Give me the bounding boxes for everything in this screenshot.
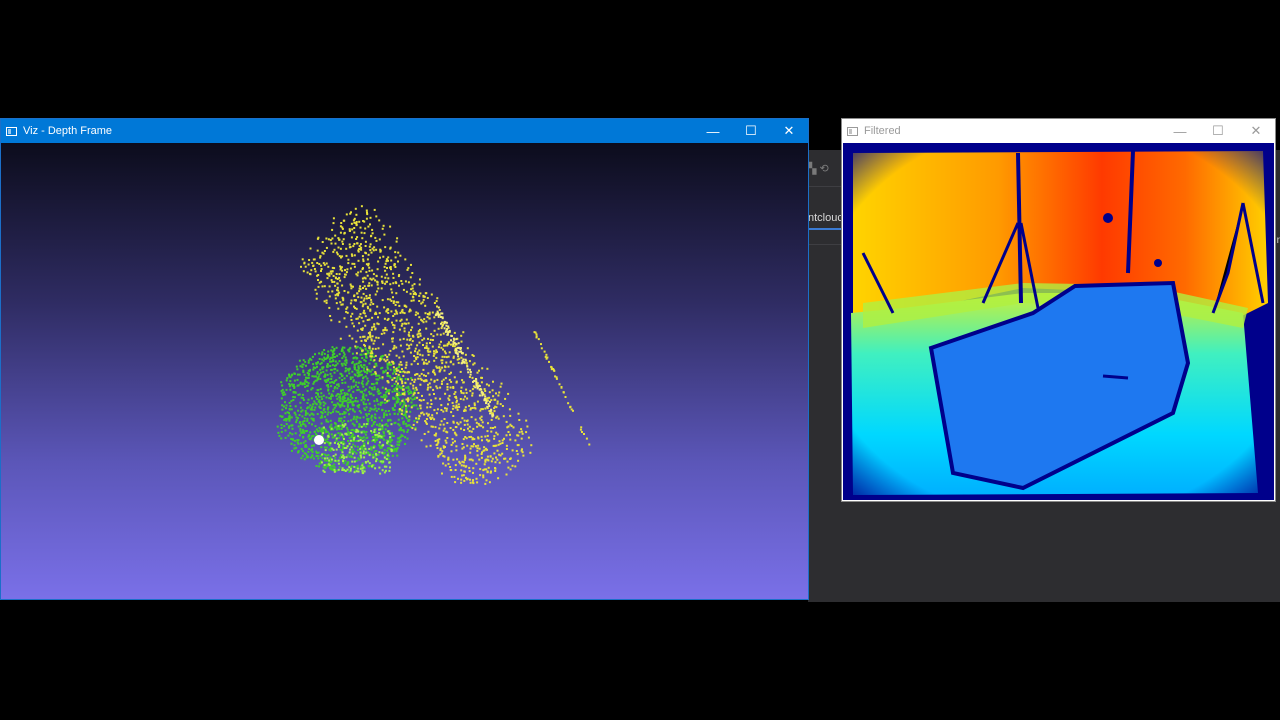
minimize-button[interactable]: — — [694, 119, 732, 143]
viz-titlebar[interactable]: Viz - Depth Frame — ☐ ✕ — [1, 119, 808, 143]
filtered-window[interactable]: Filtered — ☐ ✕ — [841, 118, 1276, 502]
close-button[interactable]: ✕ — [1237, 119, 1275, 143]
window-icon — [6, 126, 17, 136]
window-icon — [847, 126, 858, 136]
viz-window-title: Viz - Depth Frame — [23, 125, 113, 137]
close-button[interactable]: ✕ — [770, 119, 808, 143]
background-tab-label[interactable]: ntclouc — [808, 212, 843, 224]
minimize-button[interactable]: — — [1161, 119, 1199, 143]
point-cloud-viewport[interactable] — [1, 143, 808, 599]
point-cloud-marker — [314, 435, 324, 445]
depth-colormap-render — [843, 143, 1274, 500]
background-divider — [808, 244, 842, 245]
maximize-button[interactable]: ☐ — [1199, 119, 1237, 143]
background-tab-underline — [808, 228, 842, 230]
filtered-titlebar[interactable]: Filtered — ☐ ✕ — [842, 119, 1275, 143]
point-cloud-render — [276, 205, 591, 485]
background-right-tab: r — [1276, 235, 1280, 246]
maximize-button[interactable]: ☐ — [732, 119, 770, 143]
viz-depth-frame-window[interactable]: Viz - Depth Frame — ☐ ✕ — [0, 118, 809, 600]
filtered-window-title: Filtered — [864, 125, 901, 137]
depth-image — [843, 143, 1274, 500]
background-divider — [808, 186, 842, 187]
